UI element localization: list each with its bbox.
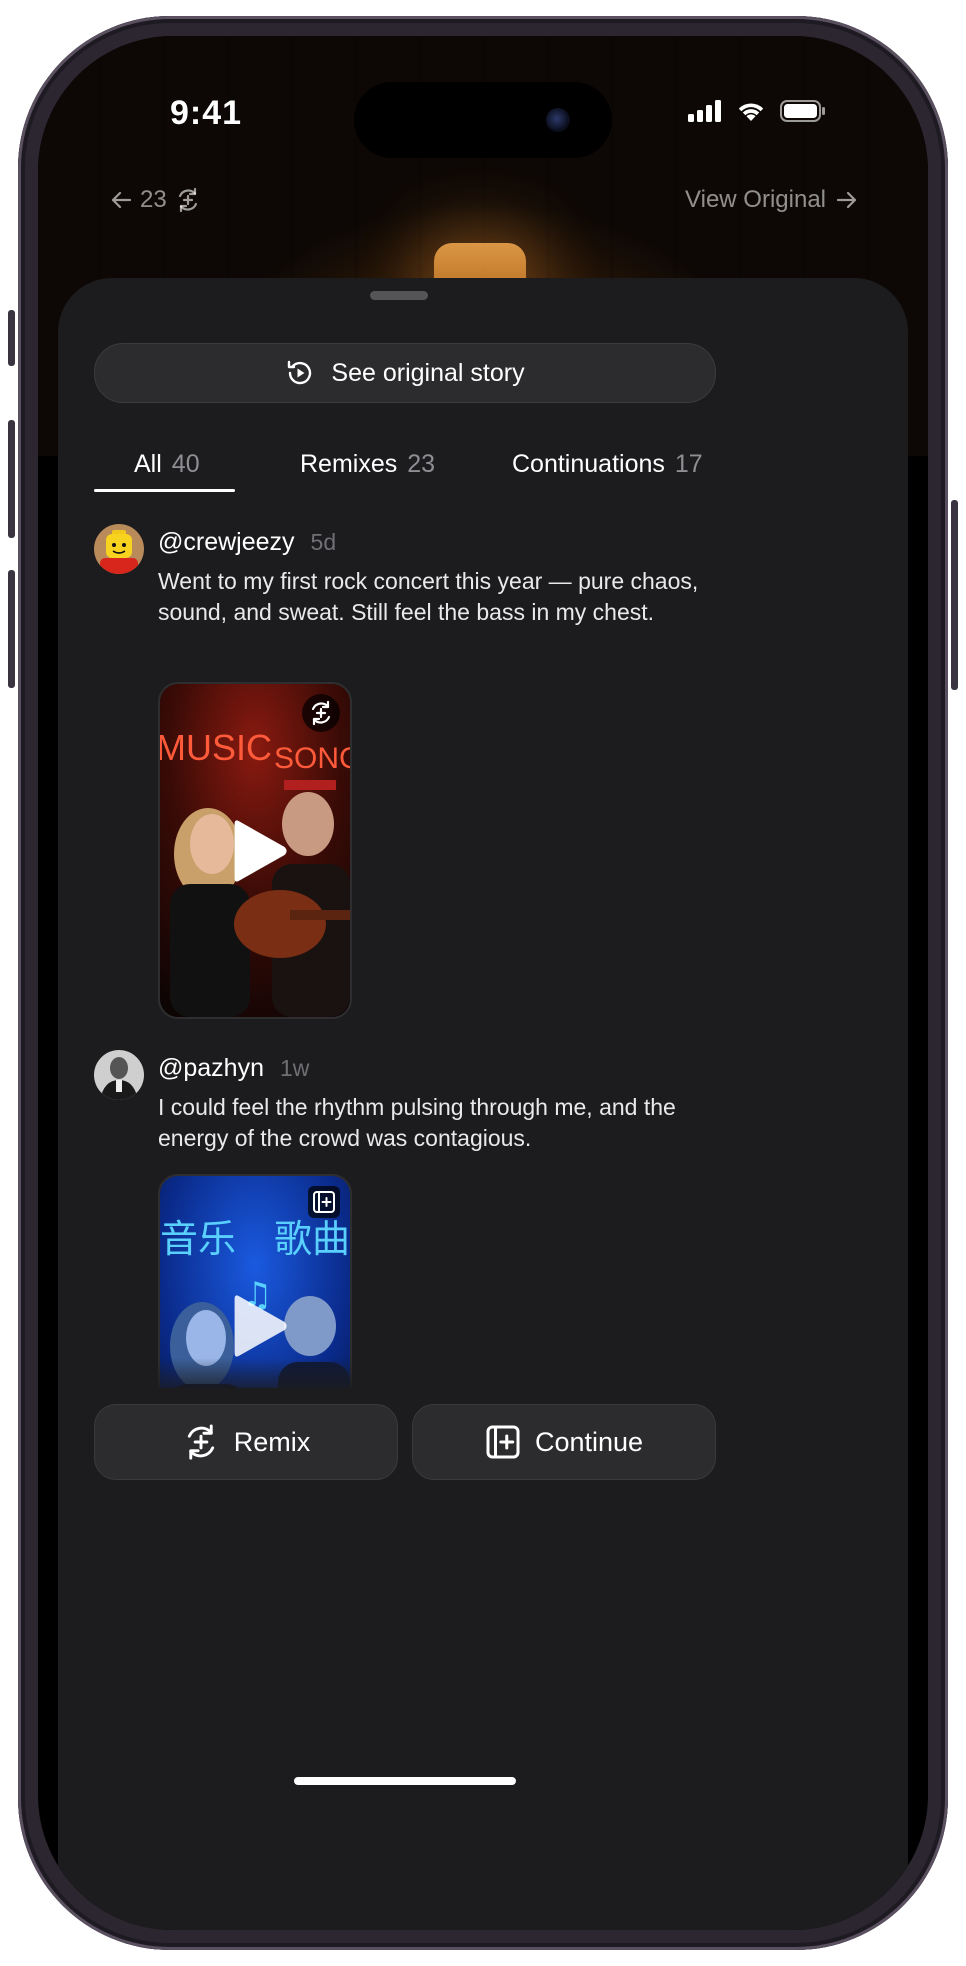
tab-label: Continuations (512, 449, 665, 478)
sheet-grabber[interactable] (370, 291, 428, 300)
view-original-label: View Original (685, 186, 826, 213)
avatar[interactable] (94, 1050, 144, 1100)
neon-sign-left: MUSIC (160, 727, 272, 768)
tab-continuations[interactable]: Continuations 17 (512, 436, 703, 492)
post-text: I could feel the rhythm pulsing through … (158, 1094, 676, 1151)
remix-badge (302, 694, 340, 732)
arrow-left-icon (111, 191, 132, 209)
tab-all[interactable]: All 40 (134, 436, 200, 492)
remix-icon (187, 1424, 214, 1460)
tab-count: 40 (171, 449, 200, 478)
screen: 9:41 23 View Original See original story… (38, 36, 928, 1930)
remixes-sheet: See original story All 40 Remixes 23 Con… (58, 278, 908, 1930)
tab-count: 17 (674, 449, 703, 478)
history-play-icon (288, 360, 312, 385)
post-age: 1w (280, 1054, 310, 1081)
continue-icon (486, 1425, 520, 1459)
tab-label: Remixes (300, 449, 398, 478)
continue-icon (313, 1191, 335, 1213)
story-nav: 23 View Original (38, 186, 928, 236)
battery-icon (780, 100, 825, 122)
play-icon (234, 819, 287, 882)
list-item: @crewjeezy 5d Went to my first rock conc… (94, 524, 714, 1024)
neon-sign-left: 音乐 (160, 1217, 236, 1261)
filter-tabs: All 40 Remixes 23 Continuations 17 (94, 436, 714, 494)
view-original-link[interactable]: View Original (685, 186, 858, 214)
dynamic-island (354, 82, 612, 158)
play-icon (234, 1295, 287, 1357)
power-button (951, 500, 958, 690)
camera-icon (546, 108, 570, 132)
cellular-signal-icon (688, 100, 721, 122)
status-icons (688, 100, 826, 122)
post-header: @pazhyn 1w (158, 1050, 309, 1086)
silent-switch (8, 310, 15, 366)
volume-up-button (8, 420, 15, 538)
post-handle[interactable]: @pazhyn (158, 1054, 264, 1083)
remix-icon (311, 700, 331, 726)
video-thumbnail[interactable]: MUSIC SONGS (158, 682, 352, 1019)
post-text: Went to my first rock concert this year … (158, 568, 699, 625)
wifi-icon (738, 103, 764, 121)
post-handle[interactable]: @crewjeezy (158, 528, 295, 557)
see-original-story-button[interactable]: See original story (94, 343, 716, 403)
post-header: @crewjeezy 5d (158, 524, 336, 560)
avatar[interactable] (94, 524, 144, 574)
see-original-story-label: See original story (331, 358, 525, 387)
tab-label: All (134, 449, 162, 478)
remix-icon (178, 187, 197, 213)
action-bar: Remix Continue (58, 1388, 908, 1588)
status-bar: 9:41 (38, 82, 928, 158)
remix-button-label: Remix (233, 1426, 311, 1457)
arrow-right-icon (836, 191, 857, 209)
continue-badge (308, 1186, 340, 1218)
portrait-avatar-image (94, 1050, 144, 1100)
continue-button[interactable]: Continue (412, 1404, 716, 1480)
home-indicator[interactable] (294, 1777, 516, 1785)
back-count: 23 (140, 186, 167, 213)
continue-button-label: Continue (534, 1426, 644, 1457)
post-age: 5d (310, 528, 337, 555)
neon-sign-right: 歌曲 (274, 1217, 350, 1261)
lego-avatar-image (94, 524, 144, 574)
remix-button[interactable]: Remix (94, 1404, 398, 1480)
back-button[interactable]: 23 (110, 186, 201, 214)
active-tab-indicator (94, 489, 235, 492)
tab-remixes[interactable]: Remixes 23 (300, 436, 435, 492)
status-time: 9:41 (170, 94, 243, 132)
neon-sign-right: SONGS (274, 742, 350, 775)
tab-count: 23 (407, 449, 436, 478)
volume-down-button (8, 570, 15, 688)
